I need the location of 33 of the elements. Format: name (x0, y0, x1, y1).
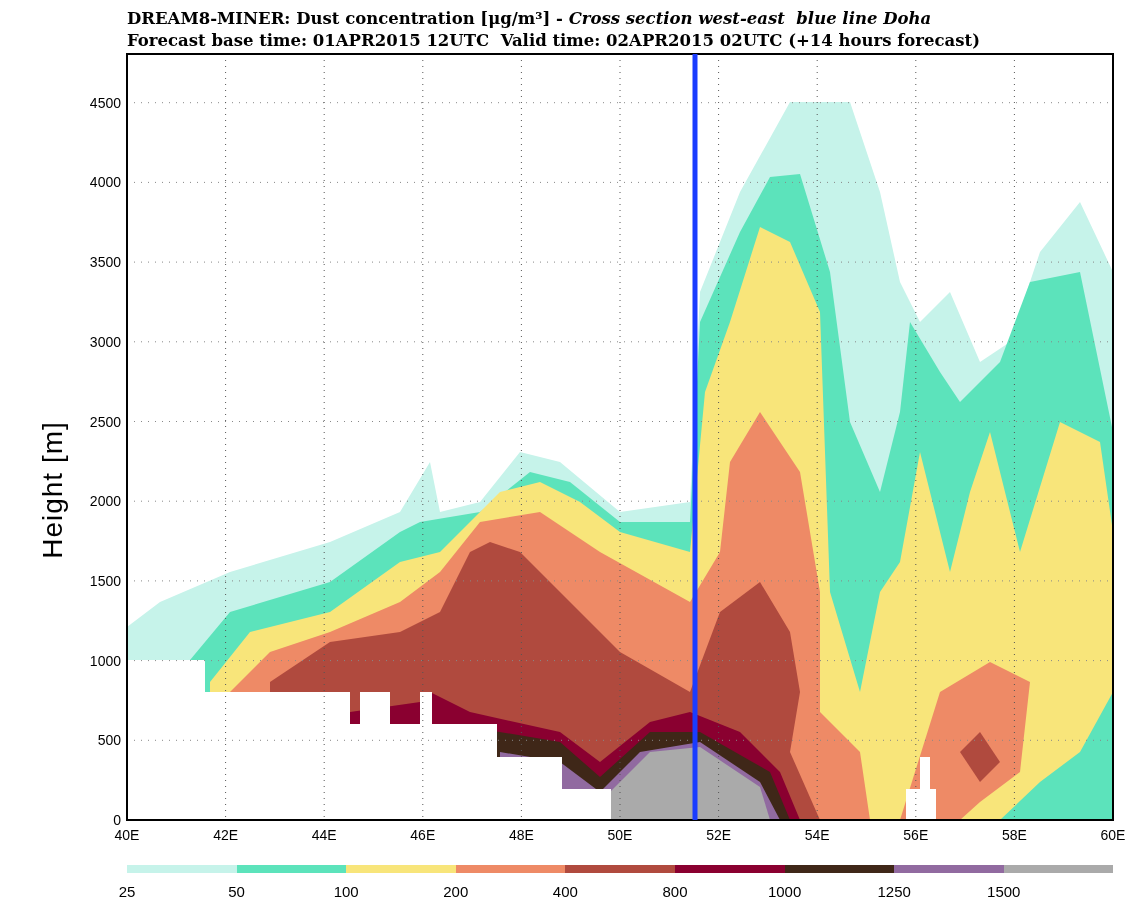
y-tick-label: 1000 (89, 652, 121, 669)
x-tick-label: 52E (706, 827, 732, 843)
y-tick-label: 4000 (89, 174, 121, 191)
colorbar-label: 1000 (767, 883, 802, 900)
colorbar-label: 25 (118, 883, 136, 900)
colorbar-label: 50 (228, 883, 245, 900)
colorbar-label: 1250 (877, 883, 911, 900)
y-axis-label: Height [m] (37, 421, 68, 559)
x-tick-label: 48E (508, 827, 534, 843)
colorbar-label: 1500 (987, 883, 1021, 900)
x-tick-label: 56E (903, 827, 929, 843)
y-tick-label: 3500 (89, 254, 121, 271)
x-tick-label: 46E (410, 827, 436, 843)
x-tick-label: 40E (114, 827, 140, 843)
colorbar-label: 200 (443, 883, 469, 900)
y-tick-label: 2500 (89, 413, 121, 430)
y-tick-label: 2000 (89, 493, 121, 510)
colorbar-label: 400 (552, 883, 578, 900)
x-tick-label: 42E (213, 827, 239, 843)
colorbar-label: 800 (662, 883, 688, 900)
y-tick-label: 3000 (89, 333, 121, 350)
chart-subtitle: Forecast base time: 01APR2015 12UTC Valid time: 02APR2015 02UTC (+14 hours forecast) (127, 30, 980, 52)
x-tick-label: 58E (1001, 827, 1027, 843)
x-tick-label: 44E (311, 827, 337, 843)
x-tick-label: 50E (607, 827, 633, 843)
y-tick-label: 0 (113, 812, 121, 828)
y-tick-label: 1500 (89, 572, 121, 589)
y-tick-label: 4500 (89, 94, 121, 111)
y-tick-label: 500 (97, 732, 121, 749)
x-tick-label: 54E (804, 827, 830, 843)
colorbar-label: 100 (333, 883, 359, 900)
x-tick-label: 60E (1100, 827, 1126, 843)
chart-title: DREAM8-MINER: Dust concentration [μg/m³] - Cross section west-east blue line Doha (127, 8, 932, 30)
